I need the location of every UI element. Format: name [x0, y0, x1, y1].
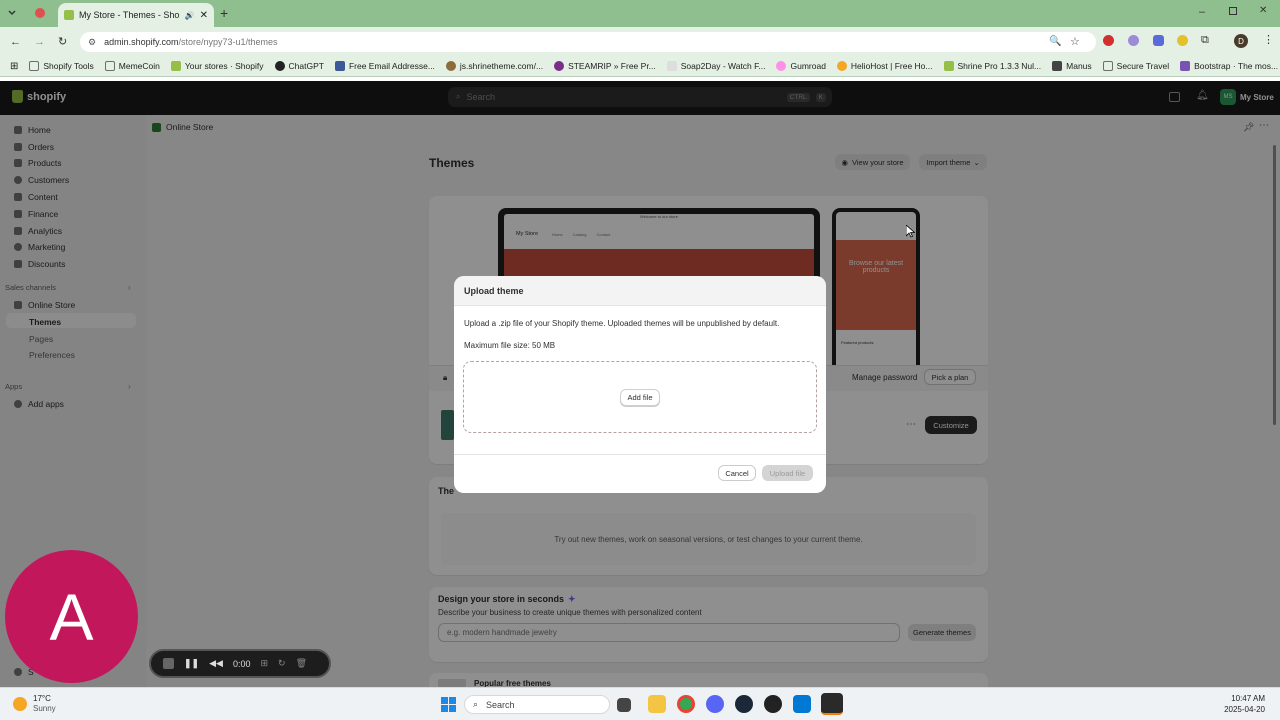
new-tab-icon[interactable]: +	[220, 5, 228, 21]
taskbar-search[interactable]: ⌕ Search	[464, 695, 610, 714]
shrine-icon	[943, 61, 954, 71]
upload-file-button[interactable]: Upload file	[762, 465, 813, 481]
gumroad-icon	[776, 61, 787, 71]
bookmark-star-icon[interactable]: ☆	[1070, 35, 1080, 48]
upload-theme-dialog: Upload theme Upload a .zip file of your …	[454, 276, 826, 493]
mouse-cursor-icon	[906, 225, 915, 238]
dialog-divider	[454, 454, 826, 455]
apps-grid-icon[interactable]: ⊞	[10, 61, 18, 72]
search-icon: ⌕	[473, 699, 479, 709]
bookmark-item[interactable]: HelioHost | Free Ho...	[836, 61, 933, 71]
browser-menu-icon[interactable]: ⋮	[1263, 33, 1274, 46]
bookmark-item[interactable]: MemeCoin	[104, 61, 160, 71]
bookmark-item[interactable]: Secure Travel	[1102, 61, 1169, 71]
extension-blue-icon[interactable]	[1153, 35, 1164, 46]
recording-controls: ❚❚ ◀◀ 0:00 ⊞ ↻ 🗑︎	[149, 649, 331, 678]
bookmarks-bar: ⊞ Shopify Tools MemeCoin Your stores · S…	[0, 56, 1280, 77]
task-view-icon[interactable]	[617, 698, 631, 712]
tab-close-icon[interactable]: ✕	[200, 10, 208, 21]
extension-yellow-icon[interactable]	[1177, 35, 1188, 46]
bootstrap-icon	[1180, 61, 1191, 71]
back-icon[interactable]: ←	[10, 36, 21, 48]
bookmark-item[interactable]: STEAMRIP » Free Pr...	[554, 61, 656, 71]
sun-icon	[13, 697, 27, 711]
url-host: admin.shopify.com	[104, 37, 179, 47]
bookmark-item[interactable]: Shrine Pro 1.3.3 Nul...	[943, 61, 1041, 71]
extension-red-icon[interactable]	[1103, 35, 1114, 46]
shopify-icon	[170, 61, 181, 71]
webcam-avatar: A	[5, 550, 138, 683]
dialog-description: Upload a .zip file of your Shopify theme…	[464, 319, 780, 328]
minimize-icon[interactable]: –	[1199, 6, 1205, 18]
chatgpt-icon	[274, 61, 285, 71]
heliohost-icon	[836, 61, 847, 71]
url-path: /store/nypy73-u1/themes	[178, 37, 278, 47]
clock-time[interactable]: 10:47 AM	[1229, 694, 1265, 703]
rewind-icon[interactable]: ◀◀	[209, 658, 223, 669]
discord-icon[interactable]	[706, 695, 724, 713]
weather-temp[interactable]: 17°C	[33, 694, 51, 703]
extension-purple-icon[interactable]	[1128, 35, 1139, 46]
recording-tab-icon[interactable]	[35, 8, 45, 18]
add-file-button[interactable]: Add file	[620, 388, 660, 406]
folder-icon	[104, 61, 115, 71]
clock-date: 2025-04-20	[1224, 705, 1265, 714]
file-dropzone[interactable]: Add file	[463, 361, 817, 433]
recorder-app-icon[interactable]	[821, 693, 843, 715]
speaker-icon[interactable]: 🔊	[185, 11, 195, 20]
bookmark-item[interactable]: Your stores · Shopify	[170, 61, 264, 71]
bookmark-item[interactable]: Soap2Day - Watch F...	[666, 61, 765, 71]
bookmark-item[interactable]: Bootstrap · The mos...	[1180, 61, 1278, 71]
window-close-icon[interactable]: ✕	[1259, 5, 1267, 16]
grid-icon[interactable]: ⊞	[260, 658, 268, 669]
trash-icon[interactable]: 🗑︎	[296, 658, 307, 669]
restart-icon[interactable]: ↻	[278, 658, 286, 669]
steam-icon[interactable]	[735, 695, 753, 713]
app-icon[interactable]	[764, 695, 782, 713]
profile-avatar[interactable]: D	[1234, 34, 1248, 48]
bookmark-item[interactable]: Gumroad	[776, 61, 826, 71]
bookmark-item[interactable]: ChatGPT	[274, 61, 324, 71]
stop-icon[interactable]	[163, 658, 174, 669]
extensions-icon[interactable]: ⧉	[1201, 34, 1209, 47]
windows-start-icon[interactable]	[441, 697, 456, 712]
maximize-icon[interactable]	[1229, 7, 1237, 15]
manus-icon	[1052, 61, 1063, 71]
browser-tab-bar: My Store - Themes - Shopify 🔊 ✕ + – ✕	[0, 0, 1280, 27]
bookmark-item[interactable]: js.shrinetheme.com/...	[445, 61, 543, 71]
folder-icon	[1102, 61, 1113, 71]
active-tab[interactable]: My Store - Themes - Shopify 🔊 ✕	[58, 3, 214, 27]
steamrip-icon	[554, 61, 565, 71]
soap2day-icon	[666, 61, 677, 71]
reload-icon[interactable]: ↻	[58, 35, 67, 48]
folder-icon	[29, 61, 40, 71]
vscode-icon[interactable]	[793, 695, 811, 713]
zoom-icon[interactable]: 🔍	[1049, 36, 1061, 47]
tab-title: My Store - Themes - Shopify	[79, 10, 180, 20]
forward-icon[interactable]: →	[34, 36, 45, 48]
mail-icon	[334, 61, 345, 71]
weather-desc: Sunny	[33, 704, 56, 713]
chrome-icon[interactable]	[677, 695, 695, 713]
cancel-button[interactable]: Cancel	[718, 465, 756, 481]
tab-list-icon[interactable]	[6, 7, 18, 19]
bookmark-item[interactable]: Shopify Tools	[29, 61, 94, 71]
site-info-icon[interactable]: ⚙	[88, 37, 96, 48]
pause-icon[interactable]: ❚❚	[184, 658, 199, 669]
bookmark-item[interactable]: Manus	[1052, 61, 1092, 71]
file-explorer-icon[interactable]	[648, 695, 666, 713]
globe-icon	[445, 61, 456, 71]
bookmark-item[interactable]: Free Email Addresse...	[334, 61, 435, 71]
windows-taskbar: 17°C Sunny ⌕ Search 10:47 AM 2025-04-20	[0, 687, 1280, 720]
max-file-size: Maximum file size: 50 MB	[464, 341, 556, 350]
address-bar[interactable]: ⚙ admin.shopify.com/store/nypy73-u1/them…	[80, 32, 1096, 52]
shopify-favicon-icon	[64, 10, 74, 20]
recording-time: 0:00	[232, 658, 251, 669]
dialog-title: Upload theme	[454, 276, 826, 306]
